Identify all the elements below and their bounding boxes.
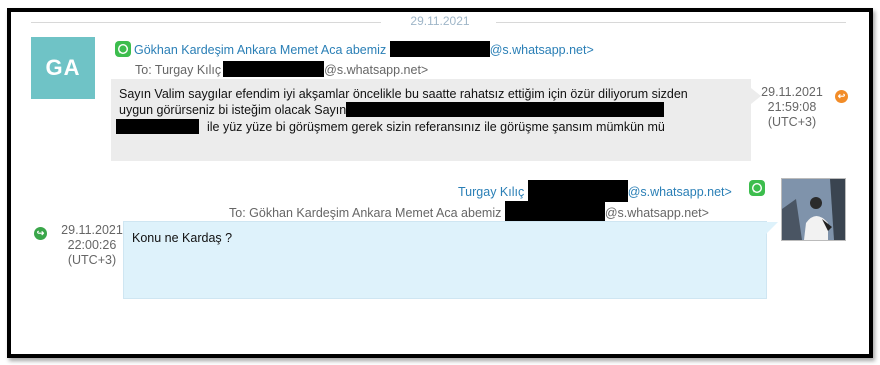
redacted-phone bbox=[527, 180, 628, 202]
sender-name[interactable]: Turgay Kılıç bbox=[458, 185, 524, 199]
sender-line: Gökhan Kardeşim Ankara Memet Aca abemiz … bbox=[134, 41, 594, 57]
timestamp-time: 21:59:08 bbox=[767, 100, 817, 114]
recipient-domain: @s.whatsapp.net> bbox=[604, 206, 709, 220]
avatar[interactable]: GA bbox=[31, 37, 95, 99]
sender-domain: @s.whatsapp.net> bbox=[627, 185, 732, 199]
date-separator: 29.11.2021 bbox=[410, 14, 470, 28]
recipient-line: To: Turgay Kılıç @s.whatsapp.net> bbox=[135, 61, 428, 77]
recipient-domain: @s.whatsapp.net> bbox=[324, 63, 429, 77]
person-photo-icon bbox=[782, 179, 845, 240]
redacted-name bbox=[346, 102, 665, 117]
timestamp-timezone: (UTC+3) bbox=[767, 115, 817, 129]
message-text-line: uygun görürseniz bi isteğim olacak Sayın bbox=[119, 102, 665, 118]
message-timestamp: 29.11.2021 21:59:08 (UTC+3) bbox=[747, 85, 837, 130]
message-bubble-outgoing[interactable]: Konu ne Kardaş ? bbox=[123, 221, 767, 299]
avatar-photo[interactable] bbox=[781, 178, 846, 241]
sender-name[interactable]: Gökhan Kardeşim Ankara Memet Aca abemiz bbox=[134, 43, 386, 57]
whatsapp-icon bbox=[115, 41, 131, 57]
whatsapp-icon bbox=[749, 180, 765, 196]
message-bubble-incoming[interactable]: Sayın Valim saygılar efendim iyi akşamla… bbox=[111, 79, 751, 161]
message-text-segment: uygun görürseniz bi isteğim olacak Sayın bbox=[119, 103, 347, 117]
recipient-name: To: Gökhan Kardeşim Ankara Memet Aca abe… bbox=[229, 206, 502, 220]
message-text-line: Konu ne Kardaş ? bbox=[132, 231, 233, 245]
redacted-name bbox=[116, 119, 199, 134]
message-text-segment: ile yüz yüze bi görüşmem gerek sizin ref… bbox=[207, 120, 665, 134]
sender-line: Turgay Kılıç @s.whatsapp.net> bbox=[458, 180, 732, 202]
redacted-phone bbox=[504, 201, 605, 223]
message-text-line: Sayın Valim saygılar efendim iyi akşamla… bbox=[119, 87, 688, 101]
timestamp-date: 29.11.2021 bbox=[761, 85, 823, 99]
redacted-phone bbox=[223, 61, 325, 77]
recipient-name: To: Turgay Kılıç bbox=[135, 63, 222, 77]
outgoing-status-icon: ↪ bbox=[34, 227, 47, 240]
redacted-phone bbox=[389, 41, 490, 57]
chat-export-frame: 29.11.2021 GA Gökhan Kardeşim Ankara Mem… bbox=[7, 8, 873, 358]
recipient-line: To: Gökhan Kardeşim Ankara Memet Aca abe… bbox=[229, 201, 709, 223]
message-text-line: ile yüz yüze bi görüşmem gerek sizin ref… bbox=[116, 119, 665, 135]
bubble-tail bbox=[766, 222, 778, 234]
sender-domain: @s.whatsapp.net> bbox=[489, 43, 594, 57]
incoming-status-icon: ↩ bbox=[835, 90, 848, 103]
